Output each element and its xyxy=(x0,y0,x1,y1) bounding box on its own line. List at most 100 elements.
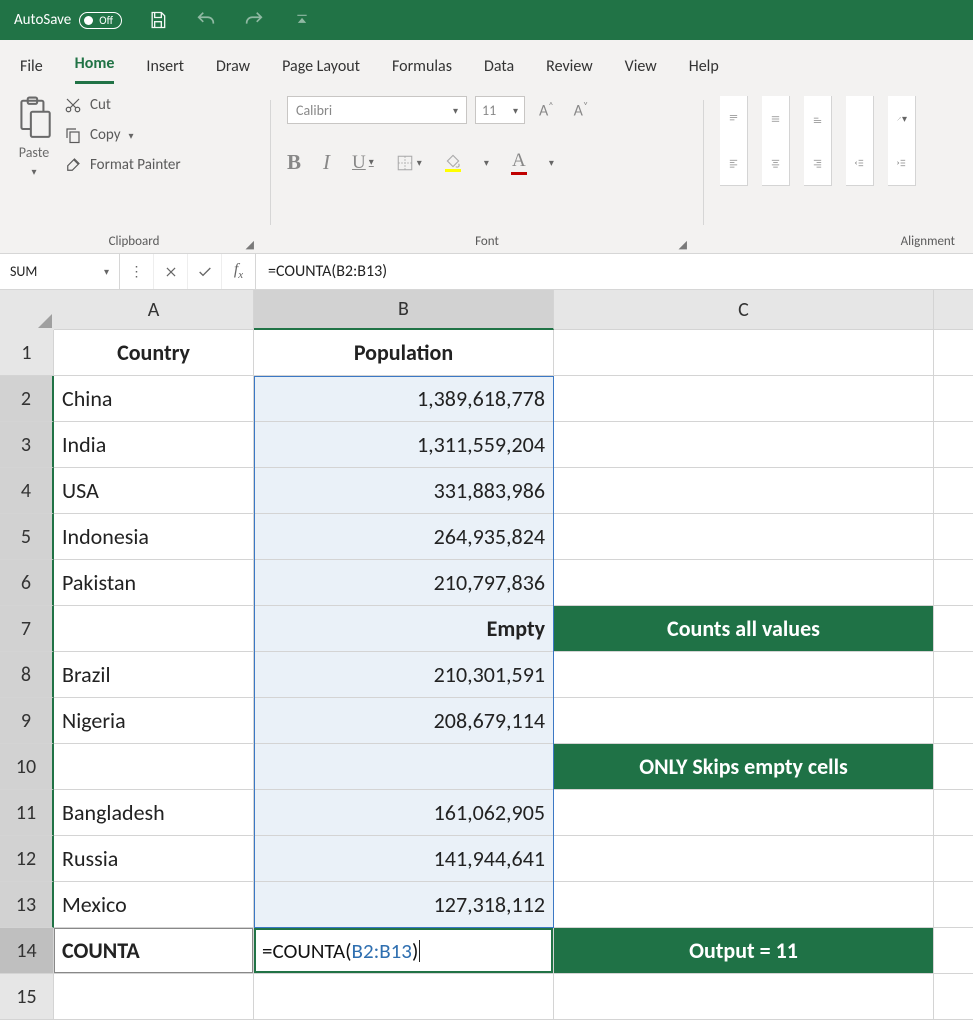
cell[interactable] xyxy=(934,790,973,836)
tab-home[interactable]: Home xyxy=(75,54,115,84)
decrease-indent-icon[interactable] xyxy=(846,140,874,186)
redo-icon[interactable] xyxy=(242,8,266,32)
col-header-A[interactable]: A xyxy=(54,290,254,330)
cell[interactable]: Brazil xyxy=(54,652,254,698)
row-header[interactable]: 15 xyxy=(0,974,54,1020)
cell[interactable] xyxy=(934,928,973,974)
dialog-launcher-icon[interactable]: ◢ xyxy=(679,238,687,251)
cell-B14-active[interactable]: =COUNTA(B2:B13) xyxy=(254,928,554,974)
cell[interactable]: Indonesia xyxy=(54,514,254,560)
cell[interactable]: 331,883,986 xyxy=(254,468,554,514)
cell[interactable]: 1,311,559,204 xyxy=(254,422,554,468)
row-header[interactable]: 2 xyxy=(0,376,54,422)
cell[interactable] xyxy=(554,882,934,928)
cell[interactable] xyxy=(934,422,973,468)
align-center-icon[interactable] xyxy=(762,140,790,186)
cancel-icon[interactable] xyxy=(154,254,188,289)
italic-button[interactable]: I xyxy=(323,150,330,175)
row-header[interactable]: 10 xyxy=(0,744,54,790)
row-header[interactable]: 11 xyxy=(0,790,54,836)
tab-insert[interactable]: Insert xyxy=(146,57,184,84)
cell[interactable] xyxy=(554,422,934,468)
undo-icon[interactable] xyxy=(194,8,218,32)
font-name-select[interactable]: Calibri ▾ xyxy=(287,96,467,124)
row-header[interactable]: 13 xyxy=(0,882,54,928)
align-left-icon[interactable] xyxy=(720,140,748,186)
row-header[interactable]: 3 xyxy=(0,422,54,468)
cell[interactable]: Russia xyxy=(54,836,254,882)
cut-button[interactable]: Cut xyxy=(64,96,181,114)
cell[interactable] xyxy=(934,744,973,790)
row-header[interactable]: 5 xyxy=(0,514,54,560)
cell[interactable]: USA xyxy=(54,468,254,514)
border-button[interactable]: ▾ xyxy=(396,154,422,172)
cell-D1[interactable] xyxy=(934,330,973,376)
cell[interactable] xyxy=(934,468,973,514)
row-header[interactable]: 14 xyxy=(0,928,54,974)
cell[interactable] xyxy=(54,606,254,652)
cell[interactable] xyxy=(554,376,934,422)
cell[interactable]: 141,944,641 xyxy=(254,836,554,882)
row-header[interactable]: 9 xyxy=(0,698,54,744)
decrease-font-icon[interactable]: A˅ xyxy=(568,99,595,120)
cell[interactable]: 210,301,591 xyxy=(254,652,554,698)
format-painter-button[interactable]: Format Painter xyxy=(64,156,181,174)
cell-A1[interactable]: Country xyxy=(54,330,254,376)
qat-dropdown-icon[interactable] xyxy=(290,8,314,32)
cell[interactable]: India xyxy=(54,422,254,468)
cell[interactable] xyxy=(554,836,934,882)
copy-button[interactable]: Copy ▾ xyxy=(64,126,181,144)
cell[interactable] xyxy=(934,652,973,698)
tab-data[interactable]: Data xyxy=(484,57,514,84)
cell-C1[interactable] xyxy=(554,330,934,376)
cell[interactable]: Bangladesh xyxy=(54,790,254,836)
cell[interactable]: 161,062,905 xyxy=(254,790,554,836)
cell[interactable]: Pakistan xyxy=(54,560,254,606)
fx-icon[interactable]: fx xyxy=(222,254,256,289)
cell[interactable] xyxy=(254,974,554,1020)
save-icon[interactable] xyxy=(146,8,170,32)
cell[interactable] xyxy=(554,514,934,560)
select-all-corner[interactable] xyxy=(0,290,54,330)
cell[interactable] xyxy=(934,836,973,882)
tab-view[interactable]: View xyxy=(625,57,657,84)
cell[interactable] xyxy=(934,376,973,422)
cell[interactable] xyxy=(934,514,973,560)
annotation-cell[interactable]: Counts all values xyxy=(554,606,934,652)
increase-font-icon[interactable]: A˄ xyxy=(533,99,560,120)
cell[interactable] xyxy=(554,974,934,1020)
cell[interactable]: 210,797,836 xyxy=(254,560,554,606)
row-header[interactable]: 1 xyxy=(0,330,54,376)
tab-review[interactable]: Review xyxy=(546,57,593,84)
autosave-control[interactable]: AutoSave Off xyxy=(14,11,122,29)
cell[interactable]: 127,318,112 xyxy=(254,882,554,928)
spreadsheet-grid[interactable]: A B C 1 Country Population 2 China 1,389… xyxy=(0,290,973,1020)
autosave-toggle[interactable]: Off xyxy=(79,12,122,29)
enter-icon[interactable] xyxy=(188,254,222,289)
cell[interactable] xyxy=(934,974,973,1020)
cell[interactable]: Empty xyxy=(254,606,554,652)
formula-input[interactable]: =COUNTA(B2:B13) xyxy=(256,262,973,281)
font-size-select[interactable]: 11 ▾ xyxy=(475,96,525,124)
cell[interactable]: 1,389,618,778 xyxy=(254,376,554,422)
cell[interactable] xyxy=(934,882,973,928)
cell[interactable]: 208,679,114 xyxy=(254,698,554,744)
increase-indent-icon[interactable] xyxy=(888,140,916,186)
cell[interactable] xyxy=(934,560,973,606)
row-header[interactable]: 4 xyxy=(0,468,54,514)
dialog-launcher-icon[interactable]: ◢ xyxy=(246,238,254,251)
cell[interactable] xyxy=(554,790,934,836)
cell-A14[interactable]: COUNTA xyxy=(54,928,254,974)
align-right-icon[interactable] xyxy=(804,140,832,186)
tab-formulas[interactable]: Formulas xyxy=(392,57,452,84)
cell[interactable] xyxy=(554,652,934,698)
paste-button[interactable]: Paste ▾ xyxy=(14,96,54,178)
col-header-C[interactable]: C xyxy=(554,290,934,330)
col-header-D[interactable] xyxy=(934,290,973,330)
tab-draw[interactable]: Draw xyxy=(216,57,250,84)
cell[interactable] xyxy=(554,560,934,606)
cell[interactable]: Mexico xyxy=(54,882,254,928)
cell[interactable] xyxy=(254,744,554,790)
row-header[interactable]: 6 xyxy=(0,560,54,606)
align-middle-icon[interactable] xyxy=(762,96,790,142)
